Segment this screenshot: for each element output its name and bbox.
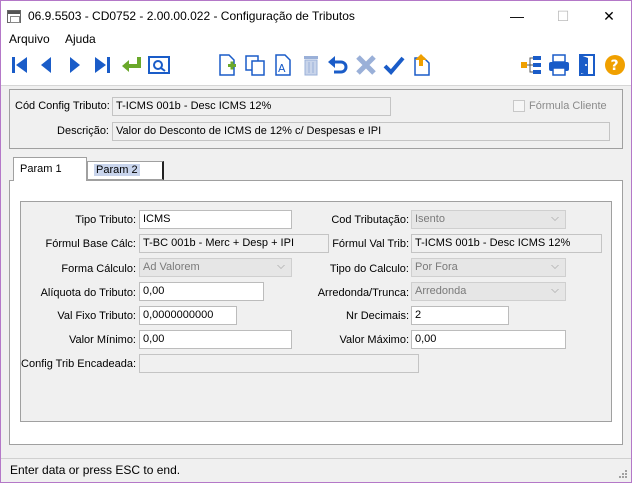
toolbar: A ? <box>1 48 631 86</box>
preview-icon[interactable] <box>147 53 171 77</box>
cancel-icon[interactable] <box>354 53 378 77</box>
cod-tributacao-value: Isento <box>415 213 445 225</box>
cod-config-label: Cód Config Tributo: <box>15 100 110 112</box>
cod-tributacao-select[interactable]: Isento <box>411 210 566 229</box>
arredonda-trunca-label: Arredonda/Trunca: <box>317 287 409 299</box>
config-trib-encadeada-label: Config Trib Encadeada: <box>21 358 136 370</box>
tabs-area: Param 1 Param 2 <box>9 157 623 445</box>
copy-icon[interactable] <box>243 53 267 77</box>
return-icon[interactable] <box>119 53 143 77</box>
tab-param-2-label: Param 2 <box>94 164 140 176</box>
tipo-calculo-value: Por Fora <box>415 261 458 273</box>
menu-bar: Arquivo Ajuda <box>1 32 631 48</box>
descricao-label: Descrição: <box>57 125 109 137</box>
valor-maximo-field[interactable]: 0,00 <box>411 330 566 349</box>
formul-base-calc-label: Fórmul Base Cálc: <box>45 238 136 250</box>
aliquota-field[interactable]: 0,00 <box>139 282 264 301</box>
val-fixo-label: Val Fixo Tributo: <box>57 310 136 322</box>
last-icon[interactable] <box>90 53 114 77</box>
next-icon[interactable] <box>63 53 87 77</box>
status-bar: Enter data or press ESC to end. <box>1 458 631 482</box>
formula-cliente-label: Fórmula Cliente <box>529 100 607 112</box>
status-text: Enter data or press ESC to end. <box>10 463 181 477</box>
edit-icon[interactable]: A <box>271 53 295 77</box>
forma-calculo-value: Ad Valorem <box>143 261 200 273</box>
cod-tributacao-label: Cod Tributação: <box>331 214 409 226</box>
valor-minimo-label: Valor Mínimo: <box>68 334 136 346</box>
app-icon[interactable] <box>7 10 21 23</box>
chevron-down-icon <box>551 217 559 221</box>
svg-text:?: ? <box>611 58 619 74</box>
new-record-icon[interactable] <box>215 53 239 77</box>
arredonda-trunca-value: Arredonda <box>415 285 467 297</box>
menu-ajuda[interactable]: Ajuda <box>65 32 96 46</box>
export-icon[interactable] <box>410 53 434 77</box>
confirm-icon[interactable] <box>382 53 406 77</box>
window-title: 06.9.5503 - CD0752 - 2.00.00.022 - Confi… <box>28 9 355 23</box>
valor-minimo-field[interactable]: 0,00 <box>139 330 292 349</box>
arredonda-trunca-select[interactable]: Arredonda <box>411 282 566 301</box>
nr-decimais-label: Nr Decimais: <box>346 310 409 322</box>
undo-icon[interactable] <box>326 53 350 77</box>
config-trib-encadeada-field[interactable] <box>139 354 419 373</box>
chevron-down-icon <box>551 289 559 293</box>
tab-param-1[interactable]: Param 1 <box>13 157 87 181</box>
menu-arquivo[interactable]: Arquivo <box>9 32 50 46</box>
first-icon[interactable] <box>8 53 32 77</box>
formul-val-trib-field[interactable]: T-ICMS 001b - Desc ICMS 12% <box>411 234 602 253</box>
exit-icon[interactable] <box>575 53 599 77</box>
tab-param-2[interactable]: Param 2 <box>87 161 164 180</box>
delete-icon[interactable] <box>299 53 323 77</box>
help-icon[interactable]: ? <box>603 53 627 77</box>
valor-maximo-label: Valor Máximo: <box>339 334 409 346</box>
tipo-calculo-select[interactable]: Por Fora <box>411 258 566 277</box>
tipo-calculo-label: Tipo do Calculo: <box>329 263 409 275</box>
close-button[interactable]: ✕ <box>586 1 632 32</box>
tab-param-1-label: Param 1 <box>20 163 62 175</box>
cod-config-field[interactable]: T-ICMS 001b - Desc ICMS 12% <box>112 97 391 116</box>
formul-val-trib-label: Fórmul Val Trib: <box>332 238 409 250</box>
chevron-down-icon <box>551 265 559 269</box>
resize-grip-icon[interactable] <box>618 469 628 479</box>
app-window: 06.9.5503 - CD0752 - 2.00.00.022 - Confi… <box>0 0 632 483</box>
title-bar: 06.9.5503 - CD0752 - 2.00.00.022 - Confi… <box>1 1 631 32</box>
formula-cliente-checkbox[interactable] <box>513 100 525 112</box>
chevron-down-icon <box>277 265 285 269</box>
tree-icon[interactable] <box>519 53 543 77</box>
svg-text:A: A <box>278 62 286 75</box>
forma-calculo-label: Forma Cálculo: <box>61 263 136 275</box>
forma-calculo-select[interactable]: Ad Valorem <box>139 258 292 277</box>
tipo-tributo-label: Tipo Tributo: <box>75 214 136 226</box>
val-fixo-field[interactable]: 0,0000000000 <box>139 306 237 325</box>
descricao-field[interactable]: Valor do Desconto de ICMS de 12% c/ Desp… <box>112 122 610 141</box>
previous-icon[interactable] <box>34 53 58 77</box>
maximize-button[interactable]: ☐ <box>540 1 586 32</box>
minimize-button[interactable]: — <box>494 1 540 32</box>
nr-decimais-field[interactable]: 2 <box>411 306 509 325</box>
tipo-tributo-field[interactable]: ICMS <box>139 210 292 229</box>
aliquota-label: Alíquota do Tributo: <box>40 287 136 299</box>
print-icon[interactable] <box>547 53 571 77</box>
